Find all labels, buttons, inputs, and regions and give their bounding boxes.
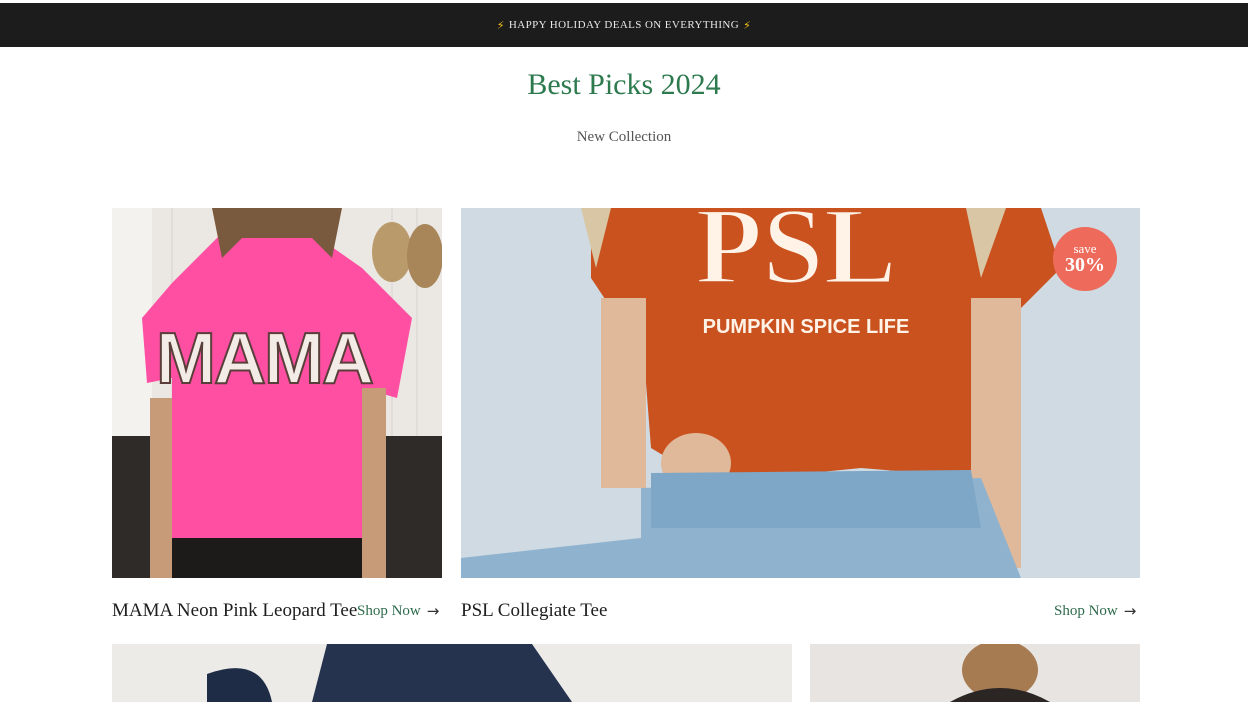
shop-now-label: Shop Now	[1054, 602, 1118, 619]
shirt-print-text: MAMA	[156, 319, 373, 399]
sale-badge-value: 30%	[1065, 254, 1105, 277]
shop-now-link[interactable]: Shop Now →	[357, 602, 439, 620]
lightning-bolt-icon: ⚡	[496, 18, 505, 32]
arrow-right-icon: →	[426, 602, 440, 620]
announcement-bar: ⚡ HAPPY HOLIDAY DEALS ON EVERYTHING ⚡	[0, 3, 1248, 47]
product-image-mama-tee[interactable]: MAMA	[112, 208, 442, 578]
shop-now-label: Shop Now	[357, 602, 421, 619]
sale-badge: save 30%	[1053, 227, 1117, 291]
collection-subtitle: New Collection	[576, 129, 672, 145]
arrow-right-icon: →	[1123, 602, 1137, 620]
product-title[interactable]: PSL Collegiate Tee	[461, 600, 607, 622]
shirt-print-small-text: PUMPKIN SPICE LIFE	[703, 316, 910, 338]
page-title: Best Picks 2024	[527, 68, 721, 101]
product-image-partial[interactable]	[810, 644, 1140, 702]
product-title[interactable]: MAMA Neon Pink Leopard Tee	[112, 600, 357, 622]
announcement-text: HAPPY HOLIDAY DEALS ON EVERYTHING	[508, 19, 740, 31]
product-image-partial[interactable]	[112, 644, 792, 702]
shirt-print-big-text: PSL	[695, 208, 897, 307]
sale-badge-label: save	[1073, 240, 1097, 256]
lightning-bolt-icon: ⚡	[743, 18, 752, 32]
shop-now-link[interactable]: Shop Now →	[1054, 602, 1136, 620]
product-image-psl-tee[interactable]: PSL PUMPKIN SPICE LIFE	[461, 208, 1140, 578]
